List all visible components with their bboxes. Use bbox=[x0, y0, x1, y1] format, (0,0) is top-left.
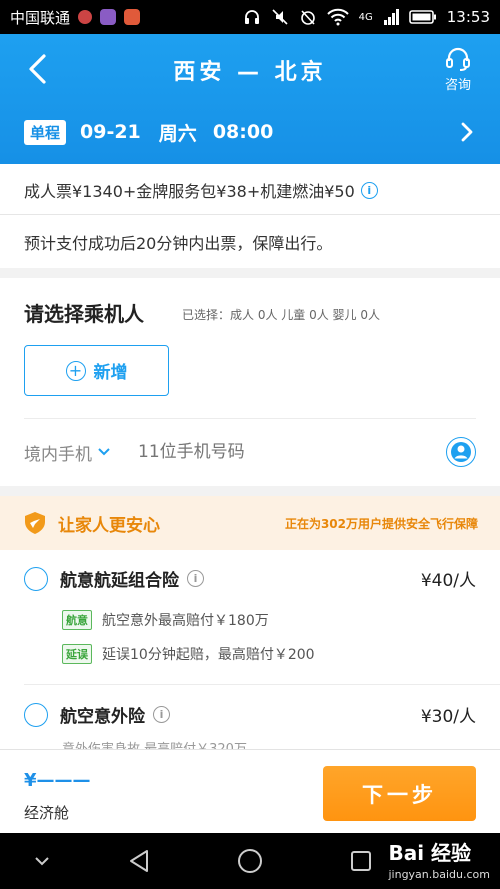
shield-icon bbox=[25, 512, 45, 534]
safety-banner: 让家人更安心 正在为302万用户提供安全飞行保障 bbox=[0, 496, 500, 550]
trip-weekday: 周六 bbox=[158, 122, 197, 145]
insurance-detail-text: 延误10分钟起赔，最高赔付￥200 bbox=[102, 647, 315, 663]
info-icon[interactable]: i bbox=[187, 570, 204, 587]
phone-type-label: 境内手机 bbox=[24, 444, 92, 465]
insurance-detail: 航意 航空意外最高赔付￥180万 bbox=[62, 610, 269, 630]
consult-label: 咨询 bbox=[444, 78, 471, 93]
nav-hide-button[interactable] bbox=[28, 847, 56, 875]
navigation-bar: Bai 经验 jingyan.baidu.com bbox=[0, 833, 500, 889]
info-icon[interactable]: i bbox=[153, 706, 170, 723]
square-recents-icon bbox=[351, 851, 371, 871]
phone-type-select[interactable]: 境内手机 bbox=[24, 440, 110, 465]
divider bbox=[24, 418, 476, 419]
network-type: 4G bbox=[358, 11, 373, 23]
headphones-icon bbox=[244, 10, 259, 24]
watermark: Bai 经验 jingyan.baidu.com bbox=[388, 837, 490, 881]
next-step-button[interactable]: 下一步 bbox=[323, 766, 476, 821]
price-breakdown: 成人票¥1340+金牌服务包¥38+机建燃油¥50 bbox=[24, 182, 355, 201]
radio-button[interactable] bbox=[24, 566, 48, 591]
circle-home-icon bbox=[238, 849, 262, 873]
trip-info-row[interactable]: 单程 09-21 周六 08:00 bbox=[24, 116, 478, 148]
bottom-bar: ¥——— 经济舱 下一步 bbox=[0, 749, 500, 833]
total-price: ¥——— bbox=[24, 770, 91, 791]
insurance-price: ¥40/人 bbox=[420, 571, 476, 591]
mute-icon bbox=[272, 9, 288, 25]
price-section: 成人票¥1340+金牌服务包¥38+机建燃油¥50 i 预计支付成功后20分钟内… bbox=[0, 164, 500, 268]
consult-button[interactable]: 咨询 bbox=[438, 46, 478, 93]
insurance-detail-text: 航空意外最高赔付￥180万 bbox=[102, 613, 269, 629]
wifi-icon bbox=[326, 8, 349, 26]
insurance-name: 航空意外险 bbox=[60, 707, 145, 727]
add-passenger-label: 新增 bbox=[93, 363, 128, 383]
status-time: 13:53 bbox=[446, 8, 490, 26]
price-breakdown-row[interactable]: 成人票¥1340+金牌服务包¥38+机建燃油¥50 i bbox=[24, 178, 378, 202]
passenger-selected-count: 已选择：成人 0人 儿童 0人 婴儿 0人 bbox=[182, 308, 380, 322]
insurance-section: 让家人更安心 正在为302万用户提供安全飞行保障 航意航延组合险 i ¥40/人… bbox=[0, 496, 500, 757]
divider bbox=[24, 684, 500, 685]
safety-title: 让家人更安心 bbox=[58, 515, 160, 536]
cabin-class: 经济舱 bbox=[24, 804, 70, 822]
chevron-down-icon bbox=[98, 448, 110, 456]
insurance-price: ¥30/人 bbox=[420, 707, 476, 727]
ticket-note: 预计支付成功后20分钟内出票，保障出行。 bbox=[24, 234, 333, 253]
insurance-option[interactable]: 航意航延组合险 i ¥40/人 bbox=[24, 566, 476, 591]
user-icon bbox=[451, 442, 471, 462]
watermark-brand: Bai 经验 bbox=[388, 841, 472, 865]
watermark-url: jingyan.baidu.com bbox=[388, 868, 490, 881]
nav-recents-button[interactable] bbox=[347, 847, 375, 875]
headset-icon bbox=[446, 47, 470, 71]
insurance-option[interactable]: 航空意外险 i ¥30/人 bbox=[24, 702, 476, 727]
chevron-down-icon bbox=[35, 857, 49, 866]
carrier-name: 中国联通 bbox=[10, 8, 71, 27]
signal-icon bbox=[383, 9, 399, 25]
insurance-detail: 延误 延误10分钟起赔，最高赔付￥200 bbox=[62, 644, 315, 664]
phone-input[interactable] bbox=[138, 442, 338, 462]
nav-back-button[interactable] bbox=[125, 847, 153, 875]
radio-button[interactable] bbox=[24, 702, 48, 727]
insurance-tag: 延误 bbox=[62, 644, 92, 664]
triangle-back-icon bbox=[130, 850, 148, 872]
contact-picker-icon[interactable] bbox=[446, 437, 476, 467]
insurance-name: 航意航延组合险 bbox=[60, 571, 179, 591]
plus-icon: + bbox=[65, 360, 86, 381]
nav-home-button[interactable] bbox=[236, 847, 264, 875]
info-icon[interactable]: i bbox=[360, 181, 378, 199]
route-title: 西安 — 北京 bbox=[173, 60, 327, 85]
tool-notification-icon bbox=[124, 9, 141, 25]
trip-type-badge: 单程 bbox=[24, 119, 67, 145]
insurance-tag: 航意 bbox=[62, 610, 92, 630]
status-bar: 中国联通 4G 13:53 bbox=[0, 0, 500, 34]
passenger-section: 请选择乘机人 已选择：成人 0人 儿童 0人 婴儿 0人 + 新增 境内手机 bbox=[0, 278, 500, 486]
alarm-off-icon bbox=[300, 10, 315, 25]
battery-icon bbox=[408, 10, 436, 24]
header: 西安 — 北京 咨询 单程 09-21 周六 08:00 bbox=[0, 34, 500, 164]
passenger-title: 请选择乘机人 bbox=[24, 302, 144, 326]
app-notification-icon bbox=[78, 10, 93, 24]
safety-subtitle: 正在为302万用户提供安全飞行保障 bbox=[284, 516, 478, 531]
add-passenger-button[interactable]: + 新增 bbox=[24, 345, 169, 396]
gallery-notification-icon bbox=[100, 9, 117, 25]
trip-date: 09-21 bbox=[80, 121, 141, 143]
trip-time: 08:00 bbox=[212, 121, 274, 143]
chevron-right-icon[interactable] bbox=[456, 121, 478, 143]
divider bbox=[0, 214, 500, 215]
phone-row: 境内手机 bbox=[24, 430, 476, 474]
